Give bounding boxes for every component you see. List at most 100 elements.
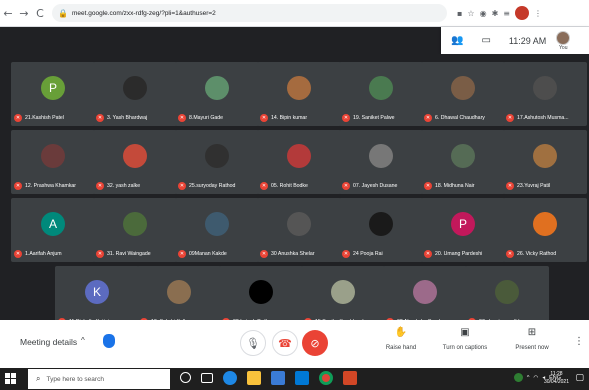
taskbar-clock[interactable]: 11:28 30/04/2021	[544, 370, 569, 386]
participant-tile[interactable]: ✕ 14. Bipin kumar	[257, 62, 341, 126]
participant-tile[interactable]: P ✕ 20. Umang Pardeshi	[421, 198, 505, 262]
muted-mic-icon: ✕	[260, 182, 268, 190]
participant-tile[interactable]: ✕ 6. Dhawal Chaudhary	[421, 62, 505, 126]
participant-avatar	[123, 212, 147, 236]
muted-mic-icon: ✕	[178, 182, 186, 190]
profile-avatar[interactable]	[514, 6, 529, 20]
participant-tile[interactable]: ✕ 26. Vicky Rathod	[503, 198, 587, 262]
participant-tile[interactable]: P ✕ 21.Kashish Patel	[11, 62, 95, 126]
muted-mic-icon: ✕	[424, 114, 432, 122]
participant-name: 24 Pooja Rai	[353, 251, 383, 257]
muted-mic-icon: ✕	[424, 182, 432, 190]
participant-avatar	[287, 144, 311, 168]
chevron-up-icon[interactable]: ^	[81, 336, 85, 345]
cortana-icon[interactable]	[180, 372, 191, 383]
tray-chevron-icon[interactable]: ^	[527, 375, 530, 381]
notifications-icon[interactable]: ▢	[575, 373, 584, 383]
meeting-details-button[interactable]: Meeting details	[20, 337, 77, 347]
participant-avatar	[331, 280, 355, 304]
participant-tile[interactable]: ✕ 25.suryoday Rathod	[175, 130, 259, 194]
participant-tile[interactable]: ✕ 31. Ravi Waingade	[93, 198, 177, 262]
camera-off-button[interactable]: ⊘	[302, 330, 328, 356]
muted-mic-icon: ✕	[14, 182, 22, 190]
participant-name: 09Manan Kakde	[189, 251, 227, 257]
meet-top-card: 👥 ▭ 11:29 AM You	[441, 27, 589, 54]
taskbar: ⌕ Type here to search ^ ◠ ◂ ENG 11:28 30…	[0, 368, 589, 390]
muted-mic-icon: ✕	[14, 114, 22, 122]
forward-button[interactable]: →	[16, 3, 32, 23]
participant-tile[interactable]: ✕ 32. yash zalke	[93, 130, 177, 194]
present-label: Present now	[515, 345, 549, 351]
participant-name: 23.Yuvraj Patil	[517, 183, 551, 189]
address-bar[interactable]: 🔒 meet.google.com/zxx-rdfg-zeg/?pli=1&au…	[52, 4, 447, 22]
camera-icon[interactable]: ▪	[457, 9, 462, 18]
taskbar-time: 11:28	[550, 371, 563, 377]
participant-tile[interactable]: ✕ 12. Prashwa Khamkar	[11, 130, 95, 194]
shield-icon[interactable]	[103, 334, 115, 348]
back-button[interactable]: ←	[0, 3, 16, 23]
participant-name: 21.Kashish Patel	[25, 115, 64, 121]
participant-name: 20. Umang Pardeshi	[435, 251, 483, 257]
participant-avatar	[413, 280, 437, 304]
extension-icon[interactable]: ◉	[480, 9, 487, 18]
participant-tile[interactable]: ✕ 05. Rohit Bodke	[257, 130, 341, 194]
participant-avatar	[123, 144, 147, 168]
participant-avatar	[369, 76, 393, 100]
participant-tile[interactable]: ✕ 24 Pooja Rai	[339, 198, 423, 262]
windows-start-icon[interactable]	[5, 373, 16, 384]
muted-mic-icon: ✕	[178, 250, 186, 258]
edge-icon[interactable]	[223, 371, 237, 385]
participant-avatar	[533, 144, 557, 168]
file-explorer-icon[interactable]	[247, 371, 261, 385]
more-options-icon[interactable]: ⋮	[574, 336, 584, 347]
participant-tile[interactable]: ✕ 8.Mayuri Gade	[175, 62, 259, 126]
participant-tile[interactable]: ✕ 09Manan Kakde	[175, 198, 259, 262]
search-icon: ⌕	[36, 374, 41, 383]
queue-icon[interactable]: ≡	[503, 9, 510, 18]
participant-avatar	[41, 144, 65, 168]
raise-hand-button[interactable]: ✋ Raise hand	[366, 327, 436, 351]
participant-avatar: P	[41, 76, 65, 100]
url-text: meet.google.com/zxx-rdfg-zeg/?pli=1&auth…	[71, 9, 216, 17]
participant-avatar: P	[451, 212, 475, 236]
reload-button[interactable]: C	[32, 3, 48, 23]
powerpoint-icon[interactable]	[343, 371, 357, 385]
participant-avatar	[451, 144, 475, 168]
microphone-button[interactable]: 🎙	[240, 330, 266, 356]
participant-tile[interactable]: ✕ 18. Midhuna Nair	[421, 130, 505, 194]
store-icon[interactable]	[271, 371, 285, 385]
participant-tile[interactable]: ✕ 17.Ashutosh Musma...	[503, 62, 587, 126]
raise-hand-label: Raise hand	[385, 345, 417, 351]
people-icon[interactable]: 👥	[451, 35, 463, 46]
menu-icon[interactable]: ⋮	[534, 9, 542, 18]
chat-icon[interactable]: ▭	[481, 35, 490, 46]
task-view-icon[interactable]	[201, 373, 213, 383]
captions-button[interactable]: ▣ Turn on captions	[430, 327, 500, 351]
participant-tile[interactable]: ✕ 19. Saniket Palwe	[339, 62, 423, 126]
participant-tile[interactable]: A ✕ 1.Aarifah Anjum	[11, 198, 95, 262]
wifi-icon[interactable]: ◠	[534, 375, 539, 381]
mail-icon[interactable]	[295, 371, 309, 385]
participant-tile[interactable]: ✕ 3. Yash Bhardwaj	[93, 62, 177, 126]
puzzle-icon[interactable]: ✱	[492, 9, 499, 18]
muted-mic-icon: ✕	[96, 182, 104, 190]
participant-name: 12. Prashwa Khamkar	[25, 183, 77, 189]
chrome-icon[interactable]	[319, 371, 333, 385]
network-icon[interactable]	[513, 373, 523, 382]
taskbar-search[interactable]: ⌕ Type here to search	[28, 369, 170, 389]
self-label: You	[559, 44, 568, 51]
participant-tile[interactable]: ✕ 30 Anushka Shelar	[257, 198, 341, 262]
star-icon[interactable]: ☆	[467, 9, 474, 18]
participant-tile[interactable]: ✕ 23.Yuvraj Patil	[503, 130, 587, 194]
self-view[interactable]: You	[556, 30, 571, 51]
meet-top-bar: 👥 ▭ 11:29 AM You	[0, 27, 589, 54]
participant-name: 3. Yash Bhardwaj	[107, 115, 148, 121]
present-now-button[interactable]: ⊞ Present now	[497, 327, 567, 351]
participant-tile[interactable]: ✕ 07. Jayesh Dusane	[339, 130, 423, 194]
participant-avatar	[205, 76, 229, 100]
muted-mic-icon: ✕	[424, 250, 432, 258]
participant-name: 6. Dhawal Chaudhary	[435, 115, 485, 121]
camera-off-icon: ⊘	[310, 336, 320, 350]
participant-avatar	[167, 280, 191, 304]
leave-call-button[interactable]: ☎	[272, 330, 298, 356]
